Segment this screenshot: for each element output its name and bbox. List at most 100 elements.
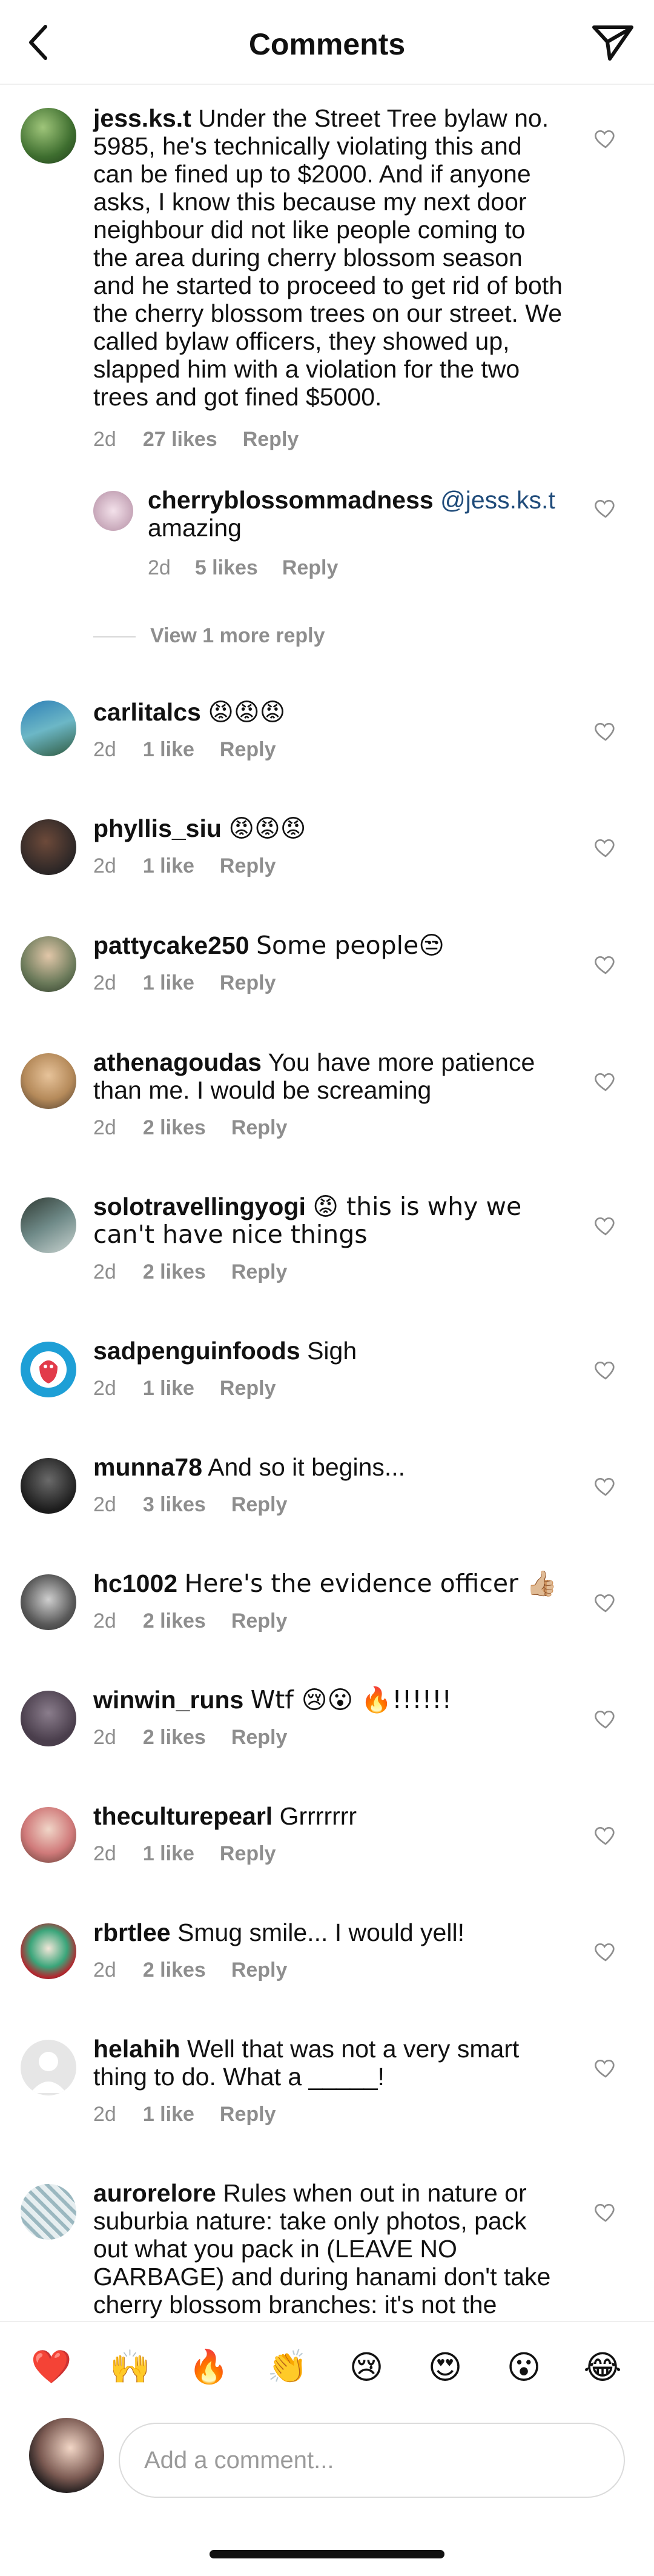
- view-more-replies[interactable]: View 1 more reply: [93, 624, 325, 648]
- timestamp: 2d: [93, 1842, 116, 1865]
- comment-text: helahih Well that was not a very smart t…: [93, 2035, 566, 2091]
- username[interactable]: jess.ks.t: [93, 104, 191, 132]
- username[interactable]: carlitalcs: [93, 698, 201, 726]
- heart-icon[interactable]: [593, 1213, 618, 1237]
- reply-button[interactable]: Reply: [220, 971, 276, 995]
- timestamp: 2d: [93, 738, 116, 761]
- avatar[interactable]: [21, 2184, 76, 2240]
- reply-button[interactable]: Reply: [282, 556, 339, 580]
- username[interactable]: munna78: [93, 1453, 202, 1481]
- username[interactable]: hc1002: [93, 1569, 177, 1597]
- username[interactable]: athenagoudas: [93, 1048, 262, 1076]
- heart-icon[interactable]: [593, 952, 618, 976]
- heart-icon[interactable]: [593, 835, 618, 859]
- comment-text: munna78 And so it begins...: [93, 1453, 566, 1481]
- username[interactable]: sadpenguinfoods: [93, 1337, 300, 1365]
- avatar[interactable]: [21, 2040, 76, 2095]
- heart-icon[interactable]: [593, 719, 618, 743]
- likes-count[interactable]: 3 likes: [143, 1493, 206, 1517]
- username[interactable]: winwin_runs: [93, 1686, 243, 1714]
- comment-input[interactable]: Add a comment...: [119, 2423, 625, 2498]
- reply-button[interactable]: Reply: [220, 1377, 276, 1400]
- reply-button[interactable]: Reply: [231, 1493, 288, 1517]
- likes-count[interactable]: 2 likes: [143, 1116, 206, 1140]
- username[interactable]: helahih: [93, 2035, 180, 2063]
- likes-count[interactable]: 2 likes: [143, 1260, 206, 1284]
- reply-button[interactable]: Reply: [231, 1726, 288, 1749]
- mention-link[interactable]: @jess.ks.t: [440, 486, 555, 514]
- reply-button[interactable]: Reply: [231, 1609, 288, 1633]
- reply-button[interactable]: Reply: [220, 2103, 276, 2126]
- crying-face-reaction[interactable]: 😢: [342, 2343, 391, 2391]
- avatar[interactable]: [93, 491, 133, 531]
- heart-icon[interactable]: [593, 2200, 618, 2224]
- avatar[interactable]: [21, 1574, 76, 1630]
- avatar[interactable]: [21, 1197, 76, 1253]
- reply-button[interactable]: Reply: [231, 1116, 288, 1140]
- heart-icon[interactable]: [593, 1823, 618, 1847]
- raising-hands-reaction[interactable]: 🙌: [106, 2343, 154, 2391]
- comment-item: carlitalcs 😡😡😡 2d 1 like Reply: [0, 685, 654, 800]
- heart-icon[interactable]: [593, 1069, 618, 1093]
- heart-icon[interactable]: [593, 496, 618, 520]
- comment-text: winwin_runs Wtf 😢😮 🔥!!!!!!: [93, 1686, 566, 1714]
- comments-list[interactable]: jess.ks.t Under the Street Tree bylaw no…: [0, 85, 654, 2321]
- avatar[interactable]: [21, 1342, 76, 1397]
- likes-count[interactable]: 1 like: [143, 1842, 194, 1866]
- comment-content: Some people😒: [256, 931, 445, 960]
- heart-icon[interactable]: [593, 1939, 618, 1963]
- clapping-hands-reaction[interactable]: 👏: [263, 2343, 312, 2391]
- tears-of-joy-reaction[interactable]: 😂: [578, 2343, 627, 2391]
- avatar[interactable]: [21, 1053, 76, 1109]
- reply-button[interactable]: Reply: [220, 738, 276, 762]
- comment-content: 😡😡😡: [208, 697, 286, 727]
- username[interactable]: solotravellingyogi: [93, 1193, 306, 1220]
- avatar[interactable]: [21, 1807, 76, 1863]
- heart-icon[interactable]: [593, 2055, 618, 2080]
- view-more-label[interactable]: View 1 more reply: [150, 624, 325, 647]
- avatar[interactable]: [21, 1923, 76, 1979]
- username[interactable]: phyllis_siu: [93, 814, 222, 842]
- heart-icon[interactable]: [593, 126, 618, 150]
- likes-count[interactable]: 2 likes: [143, 1609, 206, 1633]
- divider: [93, 636, 136, 638]
- heart-icon[interactable]: [593, 1474, 618, 1498]
- likes-count[interactable]: 27 likes: [143, 428, 217, 451]
- fire-reaction[interactable]: 🔥: [185, 2343, 233, 2391]
- reply-button[interactable]: Reply: [231, 1260, 288, 1284]
- likes-count[interactable]: 1 like: [143, 971, 194, 995]
- heart-eyes-reaction[interactable]: 😍: [421, 2343, 469, 2391]
- username[interactable]: aurorelore: [93, 2179, 216, 2207]
- username[interactable]: rbrtlee: [93, 1919, 171, 1946]
- reply-button[interactable]: Reply: [231, 1959, 288, 1982]
- reply-button[interactable]: Reply: [243, 428, 299, 451]
- username[interactable]: theculturepearl: [93, 1802, 272, 1830]
- likes-count[interactable]: 5 likes: [195, 556, 258, 580]
- red-heart-reaction[interactable]: ❤️: [27, 2343, 76, 2391]
- likes-count[interactable]: 2 likes: [143, 1726, 206, 1749]
- avatar[interactable]: [21, 108, 76, 164]
- avatar[interactable]: [21, 1458, 76, 1514]
- share-button[interactable]: [587, 21, 638, 65]
- heart-icon[interactable]: [593, 1357, 618, 1382]
- username[interactable]: cherryblossommadness: [148, 486, 434, 514]
- surprised-face-reaction[interactable]: 😮: [500, 2343, 548, 2391]
- heart-icon[interactable]: [593, 1590, 618, 1614]
- avatar[interactable]: [21, 701, 76, 756]
- likes-count[interactable]: 1 like: [143, 1377, 194, 1400]
- avatar[interactable]: [21, 1691, 76, 1746]
- reply-button[interactable]: Reply: [220, 854, 276, 878]
- likes-count[interactable]: 1 like: [143, 2103, 194, 2126]
- likes-count[interactable]: 2 likes: [143, 1959, 206, 1982]
- username[interactable]: pattycake250: [93, 931, 249, 959]
- likes-count[interactable]: 1 like: [143, 854, 194, 878]
- avatar[interactable]: [21, 936, 76, 992]
- likes-count[interactable]: 1 like: [143, 738, 194, 762]
- heart-icon[interactable]: [593, 1706, 618, 1731]
- avatar[interactable]: [21, 819, 76, 875]
- comment-text: solotravellingyogi 😡 this is why we can'…: [93, 1193, 566, 1248]
- comment-item: pattycake250 Some people😒 2d 1 like Repl…: [0, 918, 654, 1033]
- reply-button[interactable]: Reply: [220, 1842, 276, 1866]
- comment-text: hc1002 Here's the evidence officer 👍🏼: [93, 1569, 566, 1597]
- paper-plane-icon: [592, 25, 633, 61]
